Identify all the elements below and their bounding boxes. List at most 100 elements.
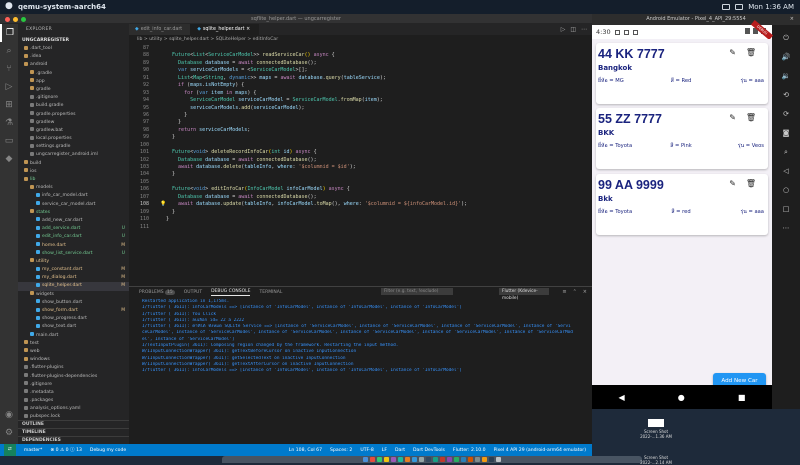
volume-up-icon[interactable]: 🔊 [782, 50, 791, 64]
tab-edit-info-car[interactable]: ◆ edit_info_car.dart [129, 24, 192, 35]
timeline-section[interactable]: TIMELINE [18, 428, 129, 436]
tree-item[interactable]: web [18, 348, 129, 356]
delete-icon[interactable]: 🗑 [746, 48, 756, 57]
devtools-button[interactable]: Dart DevTools [413, 448, 445, 453]
dock-app-icon[interactable] [363, 457, 368, 462]
code-line[interactable]: 104 } [129, 171, 592, 178]
tree-item[interactable]: app [18, 78, 129, 86]
delete-icon[interactable]: 🗑 [746, 179, 756, 188]
dock-app-icon[interactable] [468, 457, 473, 462]
code-line[interactable]: 91 List<Map<String, dynamic>> maps = awa… [129, 75, 592, 82]
flutter-icon[interactable]: ◆ [0, 150, 18, 168]
code-line[interactable]: 96 } [129, 112, 592, 119]
tree-item[interactable]: my_constant.dart M [18, 266, 129, 274]
tree-item[interactable]: gradle [18, 86, 129, 94]
remote-icon[interactable]: ▭ [0, 132, 18, 150]
code-line[interactable]: 88 Future<List<ServiceCarModel>> readSer… [129, 52, 592, 59]
recents-icon[interactable]: ■ [738, 393, 746, 402]
dock-app-icon[interactable] [370, 457, 375, 462]
tab-problems[interactable]: PROBLEMS 15 [139, 289, 175, 295]
console-filter-input[interactable]: Filter (e.g. text, !exclude) [381, 288, 453, 295]
tree-item[interactable]: show_text.dart [18, 323, 129, 331]
dock-app-icon[interactable] [398, 457, 403, 462]
code-line[interactable]: 109 } [129, 209, 592, 216]
code-line[interactable]: 103 await database.delete(tableInfo, whe… [129, 164, 592, 171]
dock-app-icon[interactable] [377, 457, 382, 462]
debug-indicator[interactable]: Debug my code [90, 448, 126, 453]
tree-item[interactable]: service_car_model.dart [18, 201, 129, 209]
more-actions-icon[interactable]: ⋯ [581, 26, 587, 33]
code-editor[interactable]: 87 88 Future<List<ServiceCarModel>> readS… [129, 45, 592, 286]
tree-item[interactable]: my_dialog.dart M [18, 274, 129, 282]
indent-setting[interactable]: Spaces: 2 [330, 448, 352, 453]
settings-gear-icon[interactable]: ⚙ [0, 424, 18, 442]
dock-app-icon[interactable] [461, 457, 466, 462]
tree-item[interactable]: utility [18, 258, 129, 266]
tree-item[interactable]: widgets [18, 291, 129, 299]
tree-item[interactable]: .gitignore [18, 94, 129, 102]
tab-sqlite-helper[interactable]: ◆ sqlite_helper.dart × [191, 24, 260, 35]
code-line[interactable]: 95 serviceCarModels.add(serviceCarModel)… [129, 105, 592, 112]
code-line[interactable]: 101 Future<void> deleteRecordInfoCar(int… [129, 149, 592, 156]
menubar-clock[interactable]: Mon 1:36 AM [748, 3, 794, 11]
device-selector[interactable]: Pixel 4 API 29 (android-arm64 emulator) [494, 448, 586, 453]
encoding-indicator[interactable]: UTF-8 [360, 448, 373, 453]
apple-icon[interactable]: ● [5, 1, 13, 11]
dock-app-icon[interactable] [475, 457, 480, 462]
rotate-left-icon[interactable]: ⟲ [783, 88, 789, 102]
tree-item[interactable]: local.properties [18, 135, 129, 143]
close-tab-icon[interactable]: × [246, 27, 250, 32]
code-line[interactable]: 97 } [129, 119, 592, 126]
dock-app-icon[interactable] [447, 457, 452, 462]
breadcrumb[interactable]: lib > utility > sqlite_helper.dart > SQL… [129, 35, 592, 45]
tree-item[interactable]: ungcarregister_android.iml [18, 151, 129, 159]
clear-console-icon[interactable]: ≡ [562, 289, 566, 295]
tree-item[interactable]: analysis_options.yaml [18, 405, 129, 413]
car-card[interactable]: 55 ZZ 7777 BKK ยี่ห้อ = Toyota สี = Pink ร… [596, 108, 768, 169]
branch-indicator[interactable]: master* [24, 448, 43, 453]
run-icon[interactable]: ▷ [561, 26, 566, 33]
menubar-app-name[interactable]: qemu-system-aarch64 [18, 3, 106, 11]
dock-app-icon[interactable] [384, 457, 389, 462]
testing-icon[interactable]: ⚗ [0, 114, 18, 132]
tree-item[interactable]: home.dart M [18, 242, 129, 250]
code-line[interactable]: 107 Database database = await connectedD… [129, 194, 592, 201]
edit-icon[interactable]: ✎ [729, 179, 736, 188]
overview-icon[interactable]: □ [783, 202, 790, 216]
tree-item[interactable]: models [18, 184, 129, 192]
more-icon[interactable]: ⋯ [783, 221, 790, 235]
volume-down-icon[interactable]: 🔉 [782, 69, 791, 83]
tree-item[interactable]: .dart_tool [18, 45, 129, 53]
code-line[interactable]: 111 [129, 224, 592, 231]
tree-item[interactable]: lib [18, 176, 129, 184]
dock-app-icon[interactable] [426, 457, 431, 462]
language-indicator[interactable]: Dart [395, 448, 405, 453]
tree-item[interactable]: show_progress.dart [18, 315, 129, 323]
code-line[interactable]: 87 [129, 45, 592, 52]
search-icon[interactable]: ⌕ [0, 42, 18, 60]
tree-item[interactable]: build.gradle [18, 102, 129, 110]
lightbulb-icon[interactable]: 💡 [160, 201, 166, 208]
code-line[interactable]: 93 for (var item in maps) { [129, 90, 592, 97]
dependencies-section[interactable]: DEPENDENCIES [18, 436, 129, 444]
car-card[interactable]: 44 KK 7777 Bangkok ยี่ห้อ = MG สี = Red รุ… [596, 43, 768, 104]
tree-item[interactable]: build [18, 160, 129, 168]
battery-icon[interactable] [722, 4, 731, 10]
tree-item[interactable]: sqlite_helper.dart M [18, 282, 129, 291]
account-icon[interactable]: ◉ [0, 406, 18, 424]
dock-app-icon[interactable] [391, 457, 396, 462]
tree-item[interactable]: settings.gradle [18, 143, 129, 151]
eol-indicator[interactable]: LF [382, 448, 387, 453]
outline-section[interactable]: OUTLINE [18, 420, 129, 428]
code-line[interactable]: 98 return serviceCarModels; [129, 127, 592, 134]
power-icon[interactable]: ⏻ [783, 31, 789, 45]
dock-app-icon[interactable] [419, 457, 424, 462]
zoom-icon[interactable]: ⌕ [784, 145, 788, 159]
tree-item[interactable]: .gitignore [18, 381, 129, 389]
tree-item[interactable]: windows [18, 356, 129, 364]
dock-app-icon[interactable] [405, 457, 410, 462]
back-icon[interactable]: ◀ [619, 393, 625, 402]
tree-item[interactable]: android [18, 61, 129, 69]
code-line[interactable]: 106 Future<void> editInfoCar(InfoCarMode… [129, 186, 592, 193]
dock-app-icon[interactable] [433, 457, 438, 462]
